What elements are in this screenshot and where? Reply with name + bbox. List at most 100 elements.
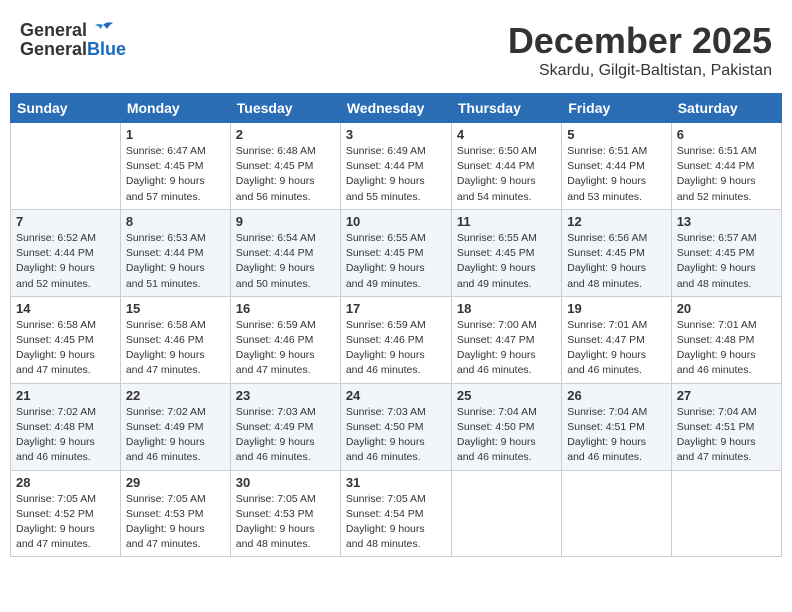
day-info: Sunrise: 7:04 AMSunset: 4:51 PMDaylight:… bbox=[677, 405, 776, 466]
calendar-cell: 21 Sunrise: 7:02 AMSunset: 4:48 PMDayligh… bbox=[11, 383, 121, 470]
logo: General General Blue bbox=[20, 20, 126, 60]
calendar-cell: 15 Sunrise: 6:58 AMSunset: 4:46 PMDayligh… bbox=[120, 296, 230, 383]
calendar-cell: 19 Sunrise: 7:01 AMSunset: 4:47 PMDayligh… bbox=[562, 296, 671, 383]
calendar-cell: 29 Sunrise: 7:05 AMSunset: 4:53 PMDayligh… bbox=[120, 470, 230, 557]
day-info: Sunrise: 6:53 AMSunset: 4:44 PMDaylight:… bbox=[126, 231, 225, 292]
column-header-saturday: Saturday bbox=[671, 94, 781, 123]
calendar-cell bbox=[562, 470, 671, 557]
day-info: Sunrise: 6:55 AMSunset: 4:45 PMDaylight:… bbox=[457, 231, 556, 292]
day-info: Sunrise: 7:00 AMSunset: 4:47 PMDaylight:… bbox=[457, 318, 556, 379]
day-number: 11 bbox=[457, 214, 556, 229]
calendar-cell: 22Sunrise: 7:02 AMSunset: 4:49 PMDayligh… bbox=[120, 383, 230, 470]
day-number: 19 bbox=[567, 301, 665, 316]
calendar-week-row: 21 Sunrise: 7:02 AMSunset: 4:48 PMDayligh… bbox=[11, 383, 782, 470]
calendar-cell: 11 Sunrise: 6:55 AMSunset: 4:45 PMDayligh… bbox=[451, 209, 561, 296]
day-number: 16 bbox=[236, 301, 335, 316]
day-info: Sunrise: 7:05 AMSunset: 4:52 PMDaylight:… bbox=[16, 492, 115, 553]
day-info: Sunrise: 6:54 AMSunset: 4:44 PMDaylight:… bbox=[236, 231, 335, 292]
calendar-week-row: 1Sunrise: 6:47 AMSunset: 4:45 PMDaylight… bbox=[11, 123, 782, 210]
title-area: December 2025 Skardu, Gilgit-Baltistan, … bbox=[508, 20, 772, 80]
day-number: 29 bbox=[126, 475, 225, 490]
day-info: Sunrise: 7:04 AMSunset: 4:50 PMDaylight:… bbox=[457, 405, 556, 466]
day-number: 21 bbox=[16, 388, 115, 403]
calendar-cell bbox=[11, 123, 121, 210]
column-header-thursday: Thursday bbox=[451, 94, 561, 123]
logo-blue-label: Blue bbox=[87, 39, 126, 60]
day-info: Sunrise: 7:01 AMSunset: 4:48 PMDaylight:… bbox=[677, 318, 776, 379]
calendar-cell: 8 Sunrise: 6:53 AMSunset: 4:44 PMDaylight… bbox=[120, 209, 230, 296]
calendar-cell: 16Sunrise: 6:59 AMSunset: 4:46 PMDayligh… bbox=[230, 296, 340, 383]
day-number: 2 bbox=[236, 127, 335, 142]
calendar-week-row: 28Sunrise: 7:05 AMSunset: 4:52 PMDayligh… bbox=[11, 470, 782, 557]
day-info: Sunrise: 6:51 AMSunset: 4:44 PMDaylight:… bbox=[567, 144, 665, 205]
day-number: 31 bbox=[346, 475, 446, 490]
day-info: Sunrise: 6:48 AMSunset: 4:45 PMDaylight:… bbox=[236, 144, 335, 205]
calendar-cell: 2 Sunrise: 6:48 AMSunset: 4:45 PMDaylight… bbox=[230, 123, 340, 210]
calendar-cell bbox=[671, 470, 781, 557]
day-info: Sunrise: 6:50 AMSunset: 4:44 PMDaylight:… bbox=[457, 144, 556, 205]
day-info: Sunrise: 6:55 AMSunset: 4:45 PMDaylight:… bbox=[346, 231, 446, 292]
calendar-cell bbox=[451, 470, 561, 557]
day-number: 23 bbox=[236, 388, 335, 403]
day-info: Sunrise: 7:03 AMSunset: 4:49 PMDaylight:… bbox=[236, 405, 335, 466]
month-title: December 2025 bbox=[508, 20, 772, 62]
day-number: 15 bbox=[126, 301, 225, 316]
day-number: 3 bbox=[346, 127, 446, 142]
day-info: Sunrise: 6:56 AMSunset: 4:45 PMDaylight:… bbox=[567, 231, 665, 292]
column-header-friday: Friday bbox=[562, 94, 671, 123]
calendar-cell: 27Sunrise: 7:04 AMSunset: 4:51 PMDayligh… bbox=[671, 383, 781, 470]
calendar-cell: 25 Sunrise: 7:04 AMSunset: 4:50 PMDayligh… bbox=[451, 383, 561, 470]
calendar-cell: 24 Sunrise: 7:03 AMSunset: 4:50 PMDayligh… bbox=[340, 383, 451, 470]
day-number: 14 bbox=[16, 301, 115, 316]
calendar-header-row: SundayMondayTuesdayWednesdayThursdayFrid… bbox=[11, 94, 782, 123]
day-number: 25 bbox=[457, 388, 556, 403]
column-header-wednesday: Wednesday bbox=[340, 94, 451, 123]
calendar-week-row: 7Sunrise: 6:52 AMSunset: 4:44 PMDaylight… bbox=[11, 209, 782, 296]
day-number: 18 bbox=[457, 301, 556, 316]
day-info: Sunrise: 6:58 AMSunset: 4:46 PMDaylight:… bbox=[126, 318, 225, 379]
calendar-cell: 10 Sunrise: 6:55 AMSunset: 4:45 PMDayligh… bbox=[340, 209, 451, 296]
calendar-cell: 23 Sunrise: 7:03 AMSunset: 4:49 PMDayligh… bbox=[230, 383, 340, 470]
day-number: 10 bbox=[346, 214, 446, 229]
calendar-cell: 1Sunrise: 6:47 AMSunset: 4:45 PMDaylight… bbox=[120, 123, 230, 210]
page-header: General General Blue December 2025 Skard… bbox=[10, 10, 782, 85]
day-number: 13 bbox=[677, 214, 776, 229]
calendar-cell: 6 Sunrise: 6:51 AMSunset: 4:44 PMDaylight… bbox=[671, 123, 781, 210]
calendar-cell: 28Sunrise: 7:05 AMSunset: 4:52 PMDayligh… bbox=[11, 470, 121, 557]
calendar-week-row: 14Sunrise: 6:58 AMSunset: 4:45 PMDayligh… bbox=[11, 296, 782, 383]
calendar-cell: 13 Sunrise: 6:57 AMSunset: 4:45 PMDayligh… bbox=[671, 209, 781, 296]
day-number: 4 bbox=[457, 127, 556, 142]
day-info: Sunrise: 7:04 AMSunset: 4:51 PMDaylight:… bbox=[567, 405, 665, 466]
column-header-monday: Monday bbox=[120, 94, 230, 123]
calendar-cell: 17Sunrise: 6:59 AMSunset: 4:46 PMDayligh… bbox=[340, 296, 451, 383]
location: Skardu, Gilgit-Baltistan, Pakistan bbox=[508, 62, 772, 80]
calendar-table: SundayMondayTuesdayWednesdayThursdayFrid… bbox=[10, 93, 782, 557]
column-header-sunday: Sunday bbox=[11, 94, 121, 123]
day-info: Sunrise: 6:51 AMSunset: 4:44 PMDaylight:… bbox=[677, 144, 776, 205]
calendar-cell: 12 Sunrise: 6:56 AMSunset: 4:45 PMDayligh… bbox=[562, 209, 671, 296]
day-number: 6 bbox=[677, 127, 776, 142]
day-info: Sunrise: 7:03 AMSunset: 4:50 PMDaylight:… bbox=[346, 405, 446, 466]
logo-general: General bbox=[20, 20, 87, 40]
calendar-cell: 18 Sunrise: 7:00 AMSunset: 4:47 PMDayligh… bbox=[451, 296, 561, 383]
day-number: 26 bbox=[567, 388, 665, 403]
day-number: 5 bbox=[567, 127, 665, 142]
calendar-cell: 20 Sunrise: 7:01 AMSunset: 4:48 PMDayligh… bbox=[671, 296, 781, 383]
calendar-cell: 26 Sunrise: 7:04 AMSunset: 4:51 PMDayligh… bbox=[562, 383, 671, 470]
calendar-cell: 3 Sunrise: 6:49 AMSunset: 4:44 PMDaylight… bbox=[340, 123, 451, 210]
day-number: 20 bbox=[677, 301, 776, 316]
day-info: Sunrise: 7:01 AMSunset: 4:47 PMDaylight:… bbox=[567, 318, 665, 379]
day-number: 8 bbox=[126, 214, 225, 229]
calendar-cell: 31Sunrise: 7:05 AMSunset: 4:54 PMDayligh… bbox=[340, 470, 451, 557]
day-info: Sunrise: 6:57 AMSunset: 4:45 PMDaylight:… bbox=[677, 231, 776, 292]
day-info: Sunrise: 6:49 AMSunset: 4:44 PMDaylight:… bbox=[346, 144, 446, 205]
calendar-cell: 30Sunrise: 7:05 AMSunset: 4:53 PMDayligh… bbox=[230, 470, 340, 557]
day-info: Sunrise: 7:05 AMSunset: 4:53 PMDaylight:… bbox=[236, 492, 335, 553]
day-info: Sunrise: 7:02 AMSunset: 4:48 PMDaylight:… bbox=[16, 405, 115, 466]
day-number: 22 bbox=[126, 388, 225, 403]
day-number: 24 bbox=[346, 388, 446, 403]
day-info: Sunrise: 7:05 AMSunset: 4:53 PMDaylight:… bbox=[126, 492, 225, 553]
day-number: 12 bbox=[567, 214, 665, 229]
day-number: 1 bbox=[126, 127, 225, 142]
calendar-cell: 14Sunrise: 6:58 AMSunset: 4:45 PMDayligh… bbox=[11, 296, 121, 383]
